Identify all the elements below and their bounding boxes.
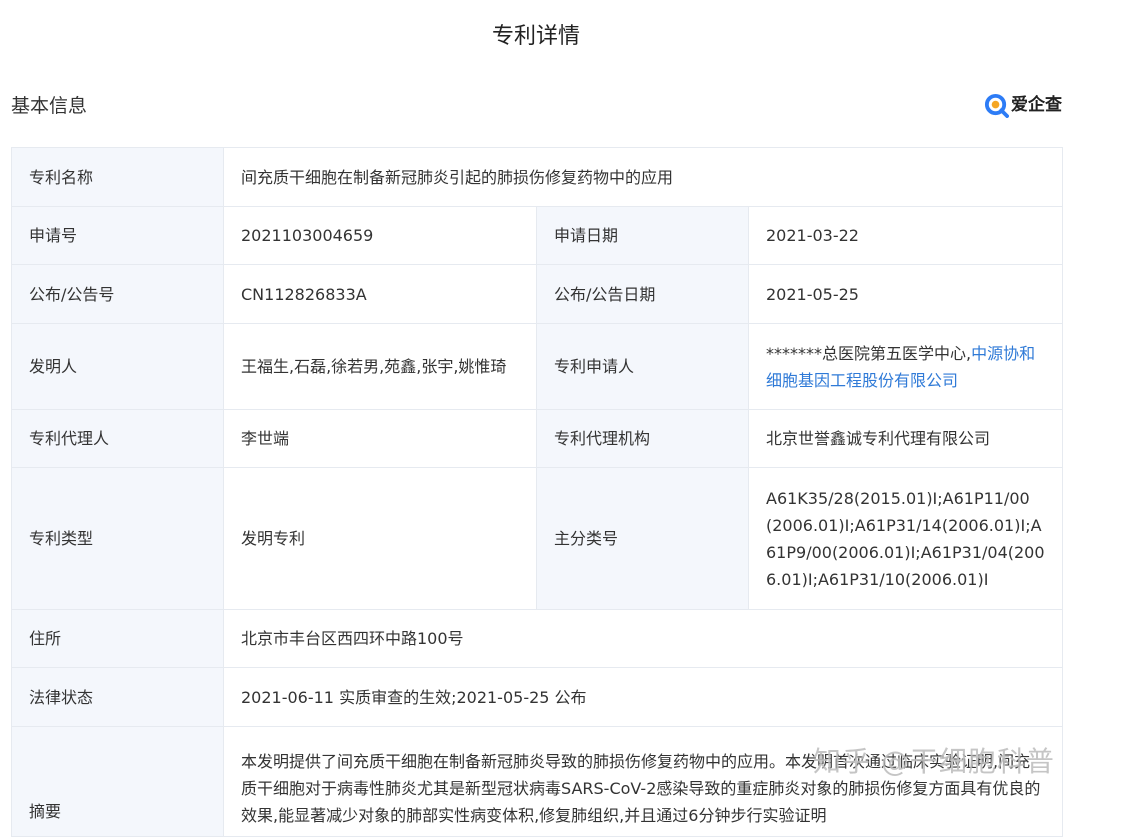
section-title: 基本信息	[11, 95, 88, 117]
label-address: 住所	[11, 609, 224, 668]
value-agency: 北京世誉鑫诚专利代理有限公司	[748, 409, 1063, 468]
label-abstract: 摘要	[11, 726, 224, 837]
brand-name: 爱企查	[1011, 95, 1062, 115]
table-row-patent-type: 专利类型 发明专利 主分类号 A61K35/28(2015.01)I;A61P1…	[11, 467, 1063, 610]
search-magnifier-logo-icon	[984, 93, 1009, 118]
value-inventors: 王福生,石磊,徐若男,苑鑫,张宇,姚惟琦	[223, 323, 537, 410]
applicant-name-plain: *******总医院第五医学中心,	[766, 343, 972, 363]
value-application-date: 2021-03-22	[748, 206, 1063, 265]
value-application-no: 2021103004659	[223, 206, 537, 265]
table-row-agent: 专利代理人 李世端 专利代理机构 北京世誉鑫诚专利代理有限公司	[11, 409, 1063, 468]
table-row-patent-name: 专利名称 间充质干细胞在制备新冠肺炎引起的肺损伤修复药物中的应用	[11, 147, 1063, 207]
label-patent-type: 专利类型	[11, 467, 224, 610]
label-agent: 专利代理人	[11, 409, 224, 468]
table-row-inventors: 发明人 王福生,石磊,徐若男,苑鑫,张宇,姚惟琦 专利申请人 *******总医…	[11, 323, 1063, 410]
value-applicant: *******总医院第五医学中心,中源协和细胞基因工程股份有限公司	[748, 323, 1063, 410]
value-patent-name: 间充质干细胞在制备新冠肺炎引起的肺损伤修复药物中的应用	[223, 147, 1063, 207]
value-agent: 李世端	[223, 409, 537, 468]
value-address: 北京市丰台区西四环中路100号	[223, 609, 1063, 668]
label-publication-no: 公布/公告号	[11, 264, 224, 324]
table-row-address: 住所 北京市丰台区西四环中路100号	[11, 609, 1063, 668]
page-title: 专利详情	[491, 24, 580, 49]
label-applicant: 专利申请人	[536, 323, 749, 410]
label-patent-name: 专利名称	[11, 147, 224, 207]
table-row-application: 申请号 2021103004659 申请日期 2021-03-22	[11, 206, 1063, 265]
label-main-class: 主分类号	[536, 467, 749, 610]
value-patent-type: 发明专利	[223, 467, 537, 610]
value-main-class: A61K35/28(2015.01)I;A61P11/00(2006.01)I;…	[748, 467, 1063, 610]
label-legal-status: 法律状态	[11, 667, 224, 727]
patent-info-table: 专利名称 间充质干细胞在制备新冠肺炎引起的肺损伤修复药物中的应用 申请号 202…	[11, 147, 1063, 837]
table-row-publication: 公布/公告号 CN112826833A 公布/公告日期 2021-05-25	[11, 264, 1063, 324]
watermark: 知乎 @干细胞科普	[813, 745, 1055, 778]
aiqicha-logo[interactable]: 爱企查	[984, 91, 1062, 119]
value-legal-status: 2021-06-11 实质审查的生效;2021-05-25 公布	[223, 667, 1063, 727]
label-agency: 专利代理机构	[536, 409, 749, 468]
value-publication-no: CN112826833A	[223, 264, 537, 324]
label-application-no: 申请号	[11, 206, 224, 265]
label-inventors: 发明人	[11, 323, 224, 410]
table-row-legal-status: 法律状态 2021-06-11 实质审查的生效;2021-05-25 公布	[11, 667, 1063, 727]
value-publication-date: 2021-05-25	[748, 264, 1063, 324]
label-publication-date: 公布/公告日期	[536, 264, 749, 324]
label-application-date: 申请日期	[536, 206, 749, 265]
